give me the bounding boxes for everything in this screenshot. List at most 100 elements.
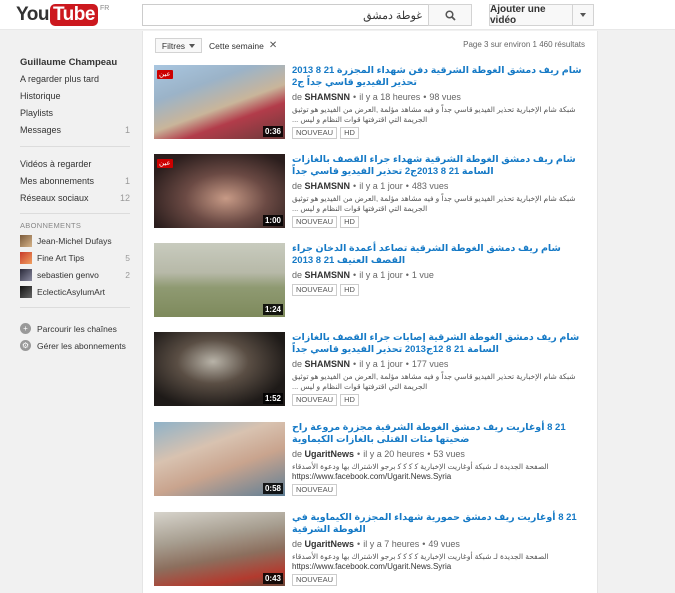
video-thumbnail[interactable]: 0:43 bbox=[154, 512, 285, 586]
video-result[interactable]: عين 1:00 شام ريف دمشق الغوطة الشرقية شهد… bbox=[154, 154, 589, 234]
sidebar-item-playlists[interactable]: Playlists bbox=[20, 108, 130, 118]
gear-icon: ⚙ bbox=[20, 340, 31, 351]
video-meta: de SHAMSNN • il y a 1 jour • 483 vues bbox=[292, 181, 449, 191]
logo-tube-text: Tube bbox=[49, 4, 98, 26]
video-thumbnail[interactable]: 1:24 bbox=[154, 243, 285, 317]
video-age: il y a 1 jour bbox=[359, 359, 403, 369]
channel-watermark-icon: عين bbox=[157, 70, 173, 79]
sidebar-item-watch-later[interactable]: A regarder plus tard bbox=[20, 74, 130, 84]
description-link[interactable]: https://www.facebook.com/Ugarit.News.Syr… bbox=[292, 562, 451, 571]
video-duration: 1:24 bbox=[262, 304, 283, 315]
subscription-item[interactable]: sebastien genvo 2 bbox=[20, 269, 130, 281]
chevron-down-icon bbox=[189, 43, 196, 48]
video-result[interactable]: 1:52 شام ريف دمشق الغوطة الشرقية إصابات … bbox=[154, 332, 589, 412]
avatar bbox=[20, 235, 32, 247]
subscriptions-heading: ABONNEMENTS bbox=[20, 221, 82, 230]
video-result[interactable]: 0:43 21 8 أوغاريت ريف دمشق حمورية شهداء … bbox=[154, 512, 589, 592]
video-result[interactable]: عين 0:36 شام ريف دمشق الغوطة الشرقية دفن… bbox=[154, 65, 589, 145]
new-badge: NOUVEAU bbox=[292, 127, 338, 139]
filters-button[interactable]: Filtres bbox=[155, 38, 202, 53]
new-badge: NOUVEAU bbox=[292, 484, 338, 496]
video-views: 1 vue bbox=[411, 270, 434, 280]
video-thumbnail[interactable]: 1:52 bbox=[154, 332, 285, 406]
video-author[interactable]: SHAMSNN bbox=[305, 359, 351, 369]
subscription-item[interactable]: EclecticAsylumArt bbox=[20, 286, 130, 298]
video-author[interactable]: SHAMSNN bbox=[305, 181, 351, 191]
video-info: شام ريف دمشق الغوطة الشرقية إصابات جراء … bbox=[292, 332, 589, 406]
hd-badge: HD bbox=[340, 216, 359, 228]
subscription-count: 2 bbox=[125, 270, 130, 280]
sidebar-user-name: Guillaume Champeau bbox=[20, 57, 118, 68]
video-title[interactable]: شام ريف دمشق الغوطة الشرقية شهداء جراء ا… bbox=[292, 154, 589, 178]
sidebar-item-my-subscriptions[interactable]: Mes abonnements 1 bbox=[20, 176, 130, 186]
video-duration: 0:36 bbox=[262, 126, 283, 137]
video-title[interactable]: 21 8 أوغاريت ريف دمشق حمورية شهداء المجز… bbox=[292, 512, 589, 536]
video-info: شام ريف دمشق الغوطة الشرقية دفن شهداء ال… bbox=[292, 65, 589, 139]
sidebar-item-what-to-watch[interactable]: Vidéos à regarder bbox=[20, 159, 130, 169]
filter-chip-label: Cette semaine bbox=[209, 40, 264, 51]
video-author[interactable]: SHAMSNN bbox=[305, 92, 351, 102]
by-label: de bbox=[292, 539, 303, 549]
video-thumbnail[interactable]: عين 1:00 bbox=[154, 154, 285, 228]
browse-channels-link[interactable]: + Parcourir les chaînes bbox=[20, 323, 130, 334]
manage-subscriptions-link[interactable]: ⚙ Gérer les abonnements bbox=[20, 340, 130, 351]
masthead: You Tube FR Ajouter une vidéo bbox=[0, 0, 675, 30]
video-description-text: شبكة شام الإخبارية تحذير الفيديو قاسي جد… bbox=[292, 372, 576, 391]
sidebar-item-social[interactable]: Réseaux sociaux 12 bbox=[20, 193, 130, 203]
sidebar-divider bbox=[20, 213, 130, 214]
video-meta: de SHAMSNN • il y a 1 jour • 1 vue bbox=[292, 270, 434, 280]
video-badges: NOUVEAU HD bbox=[292, 127, 589, 139]
video-title[interactable]: شام ريف دمشق الغوطة الشرقية إصابات جراء … bbox=[292, 332, 589, 356]
new-badge: NOUVEAU bbox=[292, 394, 338, 406]
sidebar-user[interactable]: Guillaume Champeau bbox=[20, 57, 130, 68]
subscription-item[interactable]: Jean-Michel Dufays bbox=[20, 235, 130, 247]
search-button[interactable] bbox=[428, 4, 472, 26]
video-info: 21 8 أوغاريت ريف دمشق الغوطة الشرقية مجز… bbox=[292, 422, 589, 496]
by-label: de bbox=[292, 449, 303, 459]
subscription-item[interactable]: Fine Art Tips 5 bbox=[20, 252, 130, 264]
video-info: شام ريف دمشق الغوطة الشرقية شهداء جراء ا… bbox=[292, 154, 589, 228]
video-description-text: شبكة شام الإخبارية تحذير الفيديو قاسي جد… bbox=[292, 194, 576, 213]
video-result[interactable]: 1:24 شام ريف دمشق الغوطة الشرقية تصاعد أ… bbox=[154, 243, 589, 323]
subscription-name: Jean-Michel Dufays bbox=[37, 236, 112, 246]
video-description: شبكة شام الإخبارية تحذير الفيديو قاسي جد… bbox=[292, 105, 589, 124]
results-count: Page 3 sur environ 1 460 résultats bbox=[463, 40, 585, 49]
video-title[interactable]: شام ريف دمشق الغوطة الشرقية تصاعد أعمدة … bbox=[292, 243, 589, 267]
video-thumbnail[interactable]: 0:58 bbox=[154, 422, 285, 496]
sidebar-item-messages[interactable]: Messages 1 bbox=[20, 125, 130, 135]
by-label: de bbox=[292, 181, 303, 191]
sidebar-item-label: Mes abonnements bbox=[20, 176, 95, 186]
results-panel: Filtres Cette semaine ✕ Page 3 sur envir… bbox=[142, 31, 598, 593]
new-badge: NOUVEAU bbox=[292, 216, 338, 228]
youtube-logo[interactable]: You Tube FR bbox=[16, 4, 109, 26]
subscription-name: EclecticAsylumArt bbox=[37, 287, 106, 297]
video-views: 483 vues bbox=[411, 181, 449, 191]
filters-label: Filtres bbox=[161, 40, 186, 51]
video-author[interactable]: UgaritNews bbox=[305, 449, 355, 459]
video-thumbnail[interactable]: عين 0:36 bbox=[154, 65, 285, 139]
video-badges: NOUVEAU HD bbox=[292, 394, 589, 406]
video-meta: de UgaritNews • il y a 20 heures • 53 vues bbox=[292, 449, 465, 459]
video-author[interactable]: UgaritNews bbox=[305, 539, 355, 549]
search-input[interactable] bbox=[142, 4, 429, 26]
video-result[interactable]: 0:58 21 8 أوغاريت ريف دمشق الغوطة الشرقي… bbox=[154, 422, 589, 502]
by-label: de bbox=[292, 270, 303, 280]
search-icon bbox=[444, 9, 456, 21]
video-age: il y a 20 heures bbox=[363, 449, 425, 459]
close-icon[interactable]: ✕ bbox=[269, 40, 277, 51]
video-description-text: شبكة شام الإخبارية تحذير الفيديو قاسي جد… bbox=[292, 105, 576, 124]
description-link[interactable]: https://www.facebook.com/Ugarit.News.Syr… bbox=[292, 472, 451, 481]
video-age: il y a 7 heures bbox=[363, 539, 420, 549]
video-title[interactable]: شام ريف دمشق الغوطة الشرقية دفن شهداء ال… bbox=[292, 65, 589, 89]
upload-menu-button[interactable] bbox=[572, 4, 594, 26]
video-author[interactable]: SHAMSNN bbox=[305, 270, 351, 280]
video-description: شبكة شام الإخبارية تحذير الفيديو قاسي جد… bbox=[292, 194, 589, 213]
chevron-down-icon bbox=[580, 13, 586, 17]
upload-button[interactable]: Ajouter une vidéo bbox=[489, 4, 573, 26]
hd-badge: HD bbox=[340, 127, 359, 139]
sidebar-item-history[interactable]: Historique bbox=[20, 91, 130, 101]
video-meta: de SHAMSNN • il y a 18 heures • 98 vues bbox=[292, 92, 461, 102]
video-title[interactable]: 21 8 أوغاريت ريف دمشق الغوطة الشرقية مجز… bbox=[292, 422, 589, 446]
video-duration: 0:58 bbox=[262, 483, 283, 494]
video-views: 98 vues bbox=[429, 92, 461, 102]
